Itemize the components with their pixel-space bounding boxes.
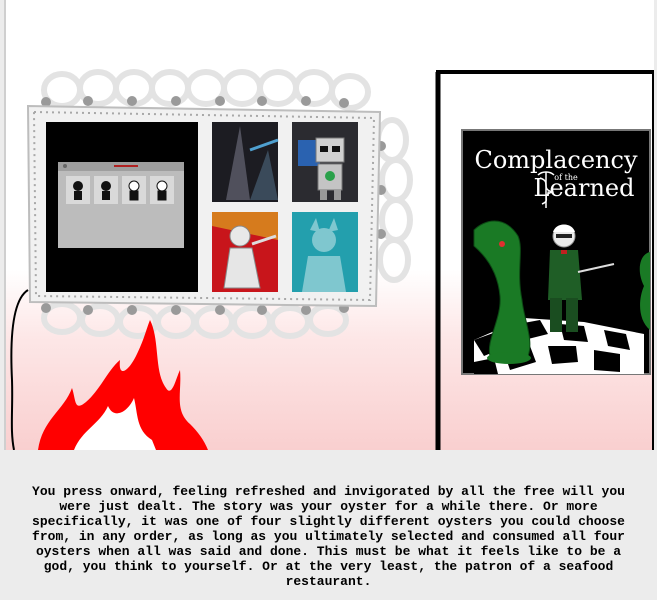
power-cable: [10, 289, 29, 450]
panel-illustration: Complacency of the Learned: [4, 0, 654, 450]
monitor-screen-left: [46, 122, 198, 292]
character-select-window: [58, 162, 184, 248]
comic-panel: Complacency of the Learned: [4, 0, 654, 450]
narration-text: You press onward, feeling refreshed and …: [32, 484, 625, 589]
comic-page: Complacency of the Learned You press onw…: [0, 0, 657, 600]
poster-title-line2: Learned: [534, 174, 635, 202]
poster: Complacency of the Learned: [461, 129, 651, 375]
poster-title-line1: Complacency: [474, 146, 637, 174]
